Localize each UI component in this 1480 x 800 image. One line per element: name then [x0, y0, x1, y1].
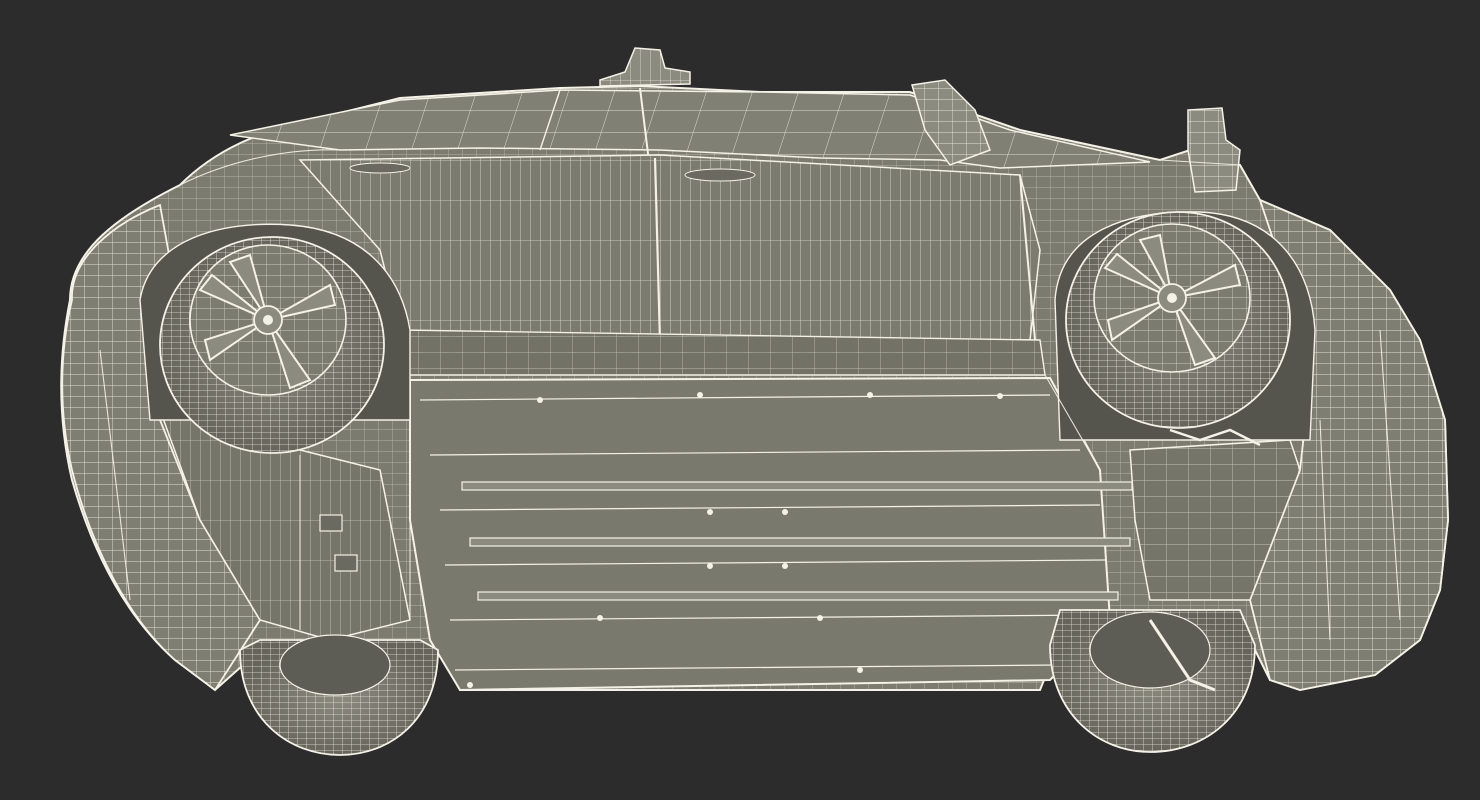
rear-wheel-top — [159, 236, 385, 454]
front-sensor — [1187, 107, 1241, 193]
side-body — [298, 154, 1046, 376]
render-viewport — [0, 0, 1480, 800]
front-wheel-top — [1065, 211, 1291, 429]
rear-wheel-bottom — [239, 634, 439, 756]
antenna — [599, 47, 691, 87]
battery-floor-pan — [409, 376, 1133, 692]
car-wireframe-render — [60, 47, 1450, 756]
